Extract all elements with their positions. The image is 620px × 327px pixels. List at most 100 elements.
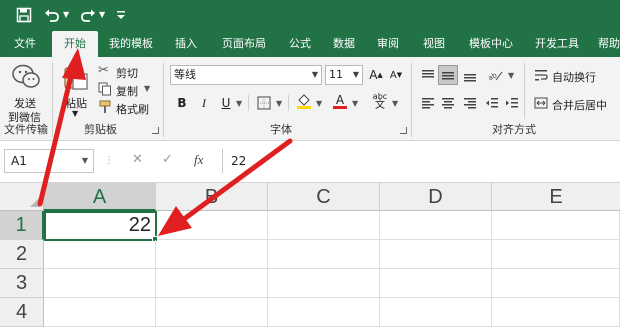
tab-view[interactable]: 视图 bbox=[414, 31, 454, 57]
format-painter-label: 格式刷 bbox=[116, 103, 149, 116]
wrap-text-button[interactable]: 自动换行 bbox=[530, 65, 620, 85]
underline-dropdown-icon[interactable]: ▼ bbox=[236, 99, 242, 108]
wechat-icon bbox=[12, 64, 40, 88]
bold-button[interactable]: B bbox=[172, 93, 192, 113]
cell-b2[interactable] bbox=[156, 240, 268, 269]
cell-a3[interactable] bbox=[44, 269, 156, 298]
align-left-icon[interactable] bbox=[418, 93, 438, 113]
save-icon[interactable] bbox=[14, 5, 34, 25]
font-size-select[interactable]: 11 ▼ bbox=[325, 65, 363, 85]
column-header-c[interactable]: C bbox=[268, 183, 380, 211]
cell-d2[interactable] bbox=[380, 240, 492, 269]
tab-review[interactable]: 审阅 bbox=[368, 31, 408, 57]
customize-icon[interactable] bbox=[111, 5, 131, 25]
cut-button[interactable]: ✂ 剪切 bbox=[98, 63, 158, 81]
cell-c3[interactable] bbox=[268, 269, 380, 298]
font-separator bbox=[288, 95, 289, 111]
borders-icon[interactable] bbox=[254, 93, 274, 113]
tab-formulas[interactable]: 公式 bbox=[280, 31, 320, 57]
font-color-dropdown-icon[interactable]: ▼ bbox=[352, 99, 358, 108]
align-middle-icon[interactable] bbox=[438, 65, 458, 85]
undo-icon[interactable] bbox=[42, 5, 62, 25]
paste-button[interactable]: 粘贴 ▼ bbox=[58, 61, 94, 119]
worksheet-grid: A B C D E 1 2 3 4 22 bbox=[0, 183, 620, 327]
decrease-indent-icon[interactable] bbox=[482, 93, 502, 113]
cell-e2[interactable] bbox=[492, 240, 620, 269]
name-box[interactable]: A1 ▼ bbox=[4, 149, 94, 173]
row-header-3[interactable]: 3 bbox=[0, 269, 44, 298]
format-painter-button[interactable]: 格式刷 bbox=[98, 99, 158, 117]
merge-center-button[interactable]: 合并后居中 bbox=[530, 93, 620, 113]
column-header-b[interactable]: B bbox=[156, 183, 268, 211]
align-bottom-icon[interactable] bbox=[460, 65, 480, 85]
cell-e3[interactable] bbox=[492, 269, 620, 298]
underline-button[interactable]: U bbox=[216, 93, 236, 113]
phonetic-icon[interactable]: abc 文 bbox=[370, 91, 390, 111]
cell-d3[interactable] bbox=[380, 269, 492, 298]
cell-e4[interactable] bbox=[492, 298, 620, 327]
send-to-wechat-button[interactable]: 发送 到微信 bbox=[6, 61, 46, 124]
tab-help[interactable]: 帮助 bbox=[592, 31, 620, 57]
cell-a4[interactable] bbox=[44, 298, 156, 327]
cell-c1[interactable] bbox=[268, 211, 380, 240]
column-header-e[interactable]: E bbox=[492, 183, 620, 211]
font-launcher-icon[interactable] bbox=[400, 127, 407, 134]
increase-font-size-icon[interactable]: A ▲ bbox=[366, 65, 386, 85]
align-right-icon[interactable] bbox=[460, 93, 480, 113]
tab-developer[interactable]: 开发工具 bbox=[528, 31, 586, 57]
svg-text:ab: ab bbox=[488, 71, 499, 82]
fill-color-dropdown-icon[interactable]: ▼ bbox=[316, 99, 322, 108]
tab-page-layout[interactable]: 页面布局 bbox=[214, 31, 274, 57]
orientation-icon[interactable]: ab bbox=[486, 65, 506, 85]
group-label-file-transfer: 文件传输 bbox=[4, 123, 48, 136]
paste-dropdown-icon: ▼ bbox=[72, 109, 79, 118]
ribbon-tabs: 文件 开始 我的模板 插入 页面布局 公式 数据 审阅 视图 模板中心 开发工具… bbox=[0, 31, 620, 57]
clipboard-launcher-icon[interactable] bbox=[152, 127, 159, 134]
tab-data[interactable]: 数据 bbox=[324, 31, 364, 57]
column-header-a[interactable]: A bbox=[44, 183, 156, 211]
select-all-button[interactable] bbox=[0, 183, 44, 211]
redo-dropdown-icon[interactable]: ▼ bbox=[99, 10, 105, 19]
font-size-value: 11 bbox=[329, 68, 343, 81]
cell-b3[interactable] bbox=[156, 269, 268, 298]
cell-c2[interactable] bbox=[268, 240, 380, 269]
font-size-dropdown-icon: ▼ bbox=[352, 70, 359, 79]
cancel-icon[interactable]: ✕ bbox=[132, 152, 143, 167]
cell-a1[interactable]: 22 bbox=[44, 211, 157, 241]
increase-indent-icon[interactable] bbox=[502, 93, 522, 113]
undo-dropdown-icon[interactable]: ▼ bbox=[63, 10, 69, 19]
group-separator bbox=[411, 63, 412, 137]
cell-a2[interactable] bbox=[44, 240, 156, 269]
redo-icon[interactable] bbox=[78, 5, 98, 25]
italic-button[interactable]: I bbox=[194, 93, 214, 113]
font-color-icon[interactable]: A bbox=[330, 91, 350, 111]
cell-b1[interactable] bbox=[157, 211, 268, 240]
phonetic-dropdown-icon[interactable]: ▼ bbox=[392, 99, 398, 108]
tab-insert[interactable]: 插入 bbox=[166, 31, 206, 57]
tab-my-templates[interactable]: 我的模板 bbox=[102, 31, 160, 57]
cell-d4[interactable] bbox=[380, 298, 492, 327]
fill-color-icon[interactable] bbox=[294, 91, 314, 111]
row-header-2[interactable]: 2 bbox=[0, 240, 44, 269]
cell-b4[interactable] bbox=[156, 298, 268, 327]
column-header-d[interactable]: D bbox=[380, 183, 492, 211]
row-header-4[interactable]: 4 bbox=[0, 298, 44, 327]
align-top-icon[interactable] bbox=[418, 65, 438, 85]
insert-function-icon[interactable]: fx bbox=[194, 152, 203, 168]
formula-input[interactable]: 22 bbox=[222, 149, 620, 173]
font-name-select[interactable]: 等线 ▼ bbox=[170, 65, 322, 85]
row-header-1[interactable]: 1 bbox=[0, 211, 44, 240]
cell-d1[interactable] bbox=[380, 211, 492, 240]
enter-icon[interactable]: ✓ bbox=[162, 152, 173, 167]
orientation-dropdown-icon[interactable]: ▼ bbox=[508, 71, 514, 80]
align-center-icon[interactable] bbox=[438, 93, 458, 113]
copy-button[interactable]: 复制 ▼ bbox=[98, 81, 158, 99]
tab-file[interactable]: 文件 bbox=[4, 31, 46, 57]
decrease-font-size-icon[interactable]: A ▼ bbox=[386, 65, 406, 85]
cell-e1[interactable] bbox=[492, 211, 620, 240]
borders-dropdown-icon[interactable]: ▼ bbox=[276, 99, 282, 108]
tab-home[interactable]: 开始 bbox=[52, 31, 98, 57]
wrap-text-label: 自动换行 bbox=[552, 71, 596, 84]
tab-template-center[interactable]: 模板中心 bbox=[460, 31, 522, 57]
cell-c4[interactable] bbox=[268, 298, 380, 327]
